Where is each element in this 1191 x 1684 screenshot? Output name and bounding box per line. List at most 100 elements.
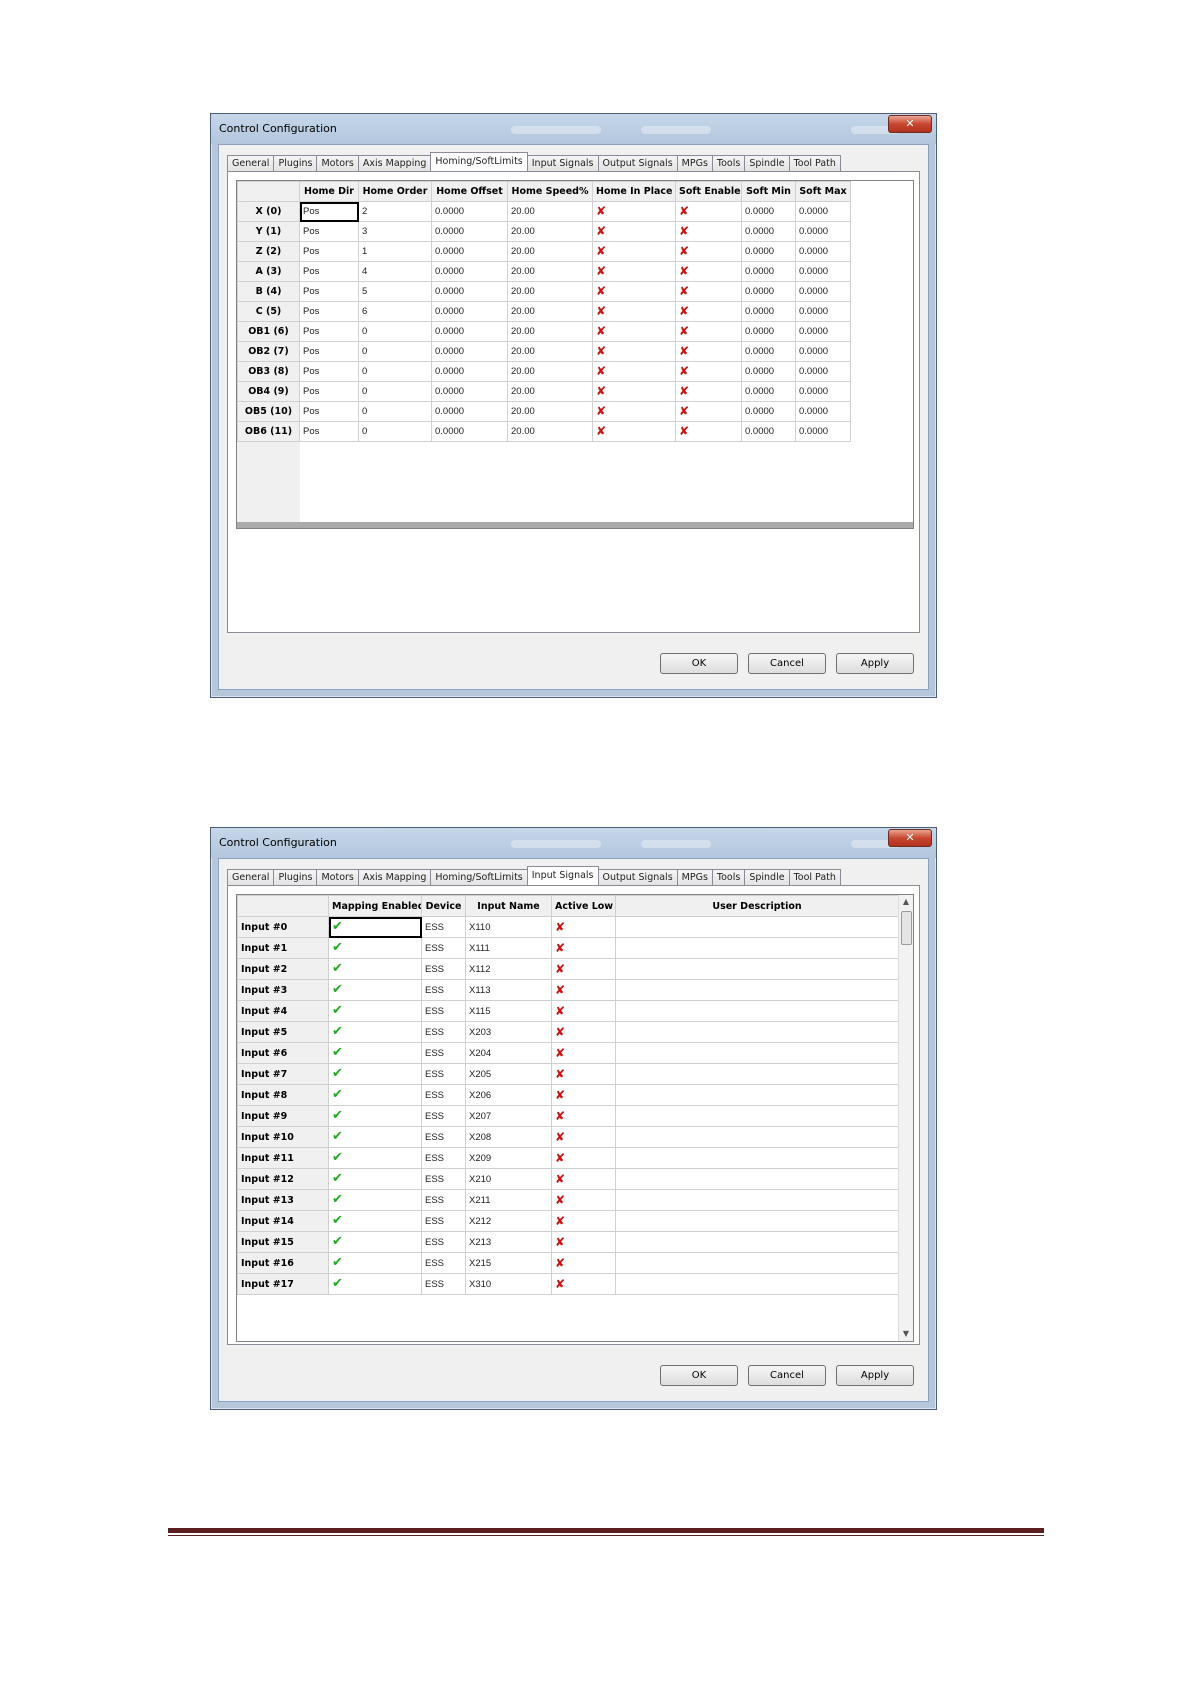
home-in-place-cell[interactable]: ✘ <box>592 301 676 322</box>
user-description-cell[interactable] <box>615 1189 899 1211</box>
home-order-cell[interactable]: 0 <box>358 361 432 382</box>
soft-max-cell[interactable]: 0.0000 <box>795 381 851 402</box>
apply-button[interactable]: Apply <box>836 1365 914 1386</box>
tab-tool-path[interactable]: Tool Path <box>788 869 841 885</box>
row-header[interactable]: Input #7 <box>237 1063 329 1085</box>
soft-max-cell[interactable]: 0.0000 <box>795 261 851 282</box>
row-header[interactable]: Input #17 <box>237 1273 329 1295</box>
user-description-cell[interactable] <box>615 1273 899 1295</box>
device-cell[interactable]: ESS <box>421 979 466 1001</box>
active-low-cell[interactable]: ✘ <box>551 1021 616 1043</box>
row-header[interactable]: A (3) <box>237 261 300 282</box>
mapping-enabled-cell[interactable]: ✔ <box>328 1126 422 1148</box>
soft-min-cell[interactable]: 0.0000 <box>741 221 796 242</box>
soft-enable-cell[interactable]: ✘ <box>675 401 742 422</box>
home-speed-cell[interactable]: 20.00 <box>507 381 593 402</box>
ok-button[interactable]: OK <box>660 653 738 674</box>
device-cell[interactable]: ESS <box>421 1042 466 1064</box>
home-speed-cell[interactable]: 20.00 <box>507 361 593 382</box>
user-description-cell[interactable] <box>615 1105 899 1127</box>
home-dir-cell[interactable]: Pos <box>299 221 359 242</box>
home-speed-cell[interactable]: 20.00 <box>507 241 593 262</box>
home-speed-cell[interactable]: 20.00 <box>507 301 593 322</box>
soft-min-cell[interactable]: 0.0000 <box>741 241 796 262</box>
home-order-cell[interactable]: 4 <box>358 261 432 282</box>
input-name-cell[interactable]: X206 <box>465 1084 552 1106</box>
home-in-place-cell[interactable]: ✘ <box>592 361 676 382</box>
col-header[interactable]: Home In Place <box>592 181 676 202</box>
mapping-enabled-cell[interactable]: ✔ <box>328 1084 422 1106</box>
tab-spindle[interactable]: Spindle <box>744 155 790 171</box>
home-dir-cell[interactable]: Pos <box>299 381 359 402</box>
home-offset-cell[interactable]: 0.0000 <box>431 201 508 222</box>
home-in-place-cell[interactable]: ✘ <box>592 241 676 262</box>
home-speed-cell[interactable]: 20.00 <box>507 321 593 342</box>
tab-input-signals[interactable]: Input Signals <box>526 866 599 885</box>
soft-min-cell[interactable]: 0.0000 <box>741 361 796 382</box>
user-description-cell[interactable] <box>615 1252 899 1274</box>
input-name-cell[interactable]: X210 <box>465 1168 552 1190</box>
user-description-cell[interactable] <box>615 1021 899 1043</box>
soft-max-cell[interactable]: 0.0000 <box>795 321 851 342</box>
soft-max-cell[interactable]: 0.0000 <box>795 421 851 442</box>
home-offset-cell[interactable]: 0.0000 <box>431 361 508 382</box>
active-low-cell[interactable]: ✘ <box>551 1231 616 1253</box>
active-low-cell[interactable]: ✘ <box>551 1063 616 1085</box>
mapping-enabled-cell[interactable]: ✔ <box>328 1105 422 1127</box>
active-low-cell[interactable]: ✘ <box>551 1210 616 1232</box>
home-dir-cell[interactable]: Pos <box>299 301 359 322</box>
col-header[interactable]: Soft Enable <box>675 181 742 202</box>
row-header[interactable]: Input #2 <box>237 958 329 980</box>
active-low-cell[interactable]: ✘ <box>551 916 616 938</box>
home-order-cell[interactable]: 0 <box>358 381 432 402</box>
soft-enable-cell[interactable]: ✘ <box>675 321 742 342</box>
row-header[interactable]: Input #4 <box>237 1000 329 1022</box>
user-description-cell[interactable] <box>615 916 899 938</box>
home-speed-cell[interactable]: 20.00 <box>507 261 593 282</box>
scroll-thumb[interactable] <box>901 911 912 945</box>
device-cell[interactable]: ESS <box>421 1021 466 1043</box>
soft-min-cell[interactable]: 0.0000 <box>741 281 796 302</box>
home-order-cell[interactable]: 3 <box>358 221 432 242</box>
mapping-enabled-cell[interactable]: ✔ <box>328 1042 422 1064</box>
row-header[interactable]: Input #10 <box>237 1126 329 1148</box>
soft-max-cell[interactable]: 0.0000 <box>795 401 851 422</box>
row-header[interactable]: Input #14 <box>237 1210 329 1232</box>
soft-max-cell[interactable]: 0.0000 <box>795 301 851 322</box>
soft-enable-cell[interactable]: ✘ <box>675 421 742 442</box>
row-header[interactable]: Y (1) <box>237 221 300 242</box>
home-in-place-cell[interactable]: ✘ <box>592 321 676 342</box>
user-description-cell[interactable] <box>615 1147 899 1169</box>
home-dir-cell[interactable]: Pos <box>299 241 359 262</box>
soft-enable-cell[interactable]: ✘ <box>675 301 742 322</box>
row-header[interactable]: Input #6 <box>237 1042 329 1064</box>
row-header[interactable]: Input #1 <box>237 937 329 959</box>
soft-min-cell[interactable]: 0.0000 <box>741 201 796 222</box>
cancel-button[interactable]: Cancel <box>748 1365 826 1386</box>
row-header[interactable]: B (4) <box>237 281 300 302</box>
mapping-enabled-cell[interactable]: ✔ <box>328 958 422 980</box>
home-in-place-cell[interactable]: ✘ <box>592 201 676 222</box>
soft-min-cell[interactable]: 0.0000 <box>741 341 796 362</box>
device-cell[interactable]: ESS <box>421 1000 466 1022</box>
input-name-cell[interactable]: X205 <box>465 1063 552 1085</box>
home-order-cell[interactable]: 0 <box>358 341 432 362</box>
row-header[interactable]: OB1 (6) <box>237 321 300 342</box>
soft-max-cell[interactable]: 0.0000 <box>795 281 851 302</box>
active-low-cell[interactable]: ✘ <box>551 1105 616 1127</box>
soft-min-cell[interactable]: 0.0000 <box>741 301 796 322</box>
home-offset-cell[interactable]: 0.0000 <box>431 401 508 422</box>
home-order-cell[interactable]: 6 <box>358 301 432 322</box>
tab-input-signals[interactable]: Input Signals <box>526 155 599 171</box>
device-cell[interactable]: ESS <box>421 1210 466 1232</box>
home-dir-cell[interactable]: Pos <box>299 281 359 302</box>
home-offset-cell[interactable]: 0.0000 <box>431 341 508 362</box>
active-low-cell[interactable]: ✘ <box>551 1168 616 1190</box>
input-name-cell[interactable]: X211 <box>465 1189 552 1211</box>
tab-axis-mapping[interactable]: Axis Mapping <box>357 155 432 171</box>
active-low-cell[interactable]: ✘ <box>551 1042 616 1064</box>
user-description-cell[interactable] <box>615 1168 899 1190</box>
tab-general[interactable]: General <box>227 869 275 885</box>
vertical-scrollbar[interactable]: ▲ ▼ <box>898 895 913 1341</box>
home-speed-cell[interactable]: 20.00 <box>507 421 593 442</box>
